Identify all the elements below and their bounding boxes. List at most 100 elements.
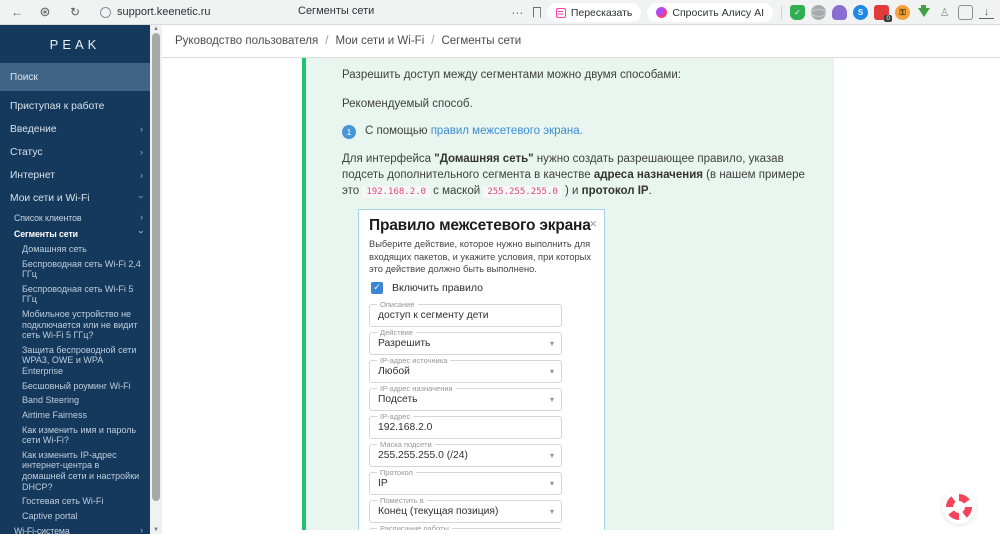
chevron-right-icon xyxy=(140,124,143,134)
tab-title: Сегменты сети xyxy=(298,5,374,17)
sidebar-item-change-name-password[interactable]: Как изменить имя и пароль сети Wi-Fi? xyxy=(0,423,150,448)
step-number-badge: 1 xyxy=(342,125,356,139)
main-content: Руководство пользователя / Мои сети и Wi… xyxy=(162,25,1000,534)
logo-band: PEAK xyxy=(0,25,150,63)
field-place-in[interactable]: Поместить в Конец (текущая позиция) xyxy=(369,500,562,523)
sidebar-item-client-list[interactable]: Список клиентов xyxy=(0,210,150,226)
close-icon[interactable]: × xyxy=(589,217,597,230)
chevron-right-icon xyxy=(140,525,143,534)
person-extension-icon[interactable]: ♙ xyxy=(937,5,952,20)
reload-icon[interactable]: ↻ xyxy=(66,3,84,21)
field-description[interactable]: Описание доступ к сегменту дети xyxy=(369,304,562,327)
field-source-ip[interactable]: IP-адрес источника Любой xyxy=(369,360,562,383)
shield-extension-icon[interactable]: ✓ xyxy=(790,5,805,20)
sidebar-item-wifi-24[interactable]: Беспроводная сеть Wi-Fi 2,4 ГГц xyxy=(0,257,150,282)
sidebar-item-home-network[interactable]: Домашняя сеть xyxy=(0,242,150,257)
chevron-right-icon xyxy=(140,147,143,157)
ip-code: 192.168.2.0 xyxy=(362,186,430,198)
download-helper-extension-icon[interactable] xyxy=(916,5,931,20)
field-protocol[interactable]: Протокол IP xyxy=(369,472,562,495)
summarize-button[interactable]: Пересказать xyxy=(547,3,642,22)
enable-rule-checkbox[interactable]: Включить правило xyxy=(371,282,594,294)
alice-icon xyxy=(656,7,667,18)
search-input[interactable]: Поиск xyxy=(0,63,150,91)
detail-paragraph: Для интерфейса "Домашняя сеть" нужно соз… xyxy=(342,151,814,199)
sidebar-nav: Приступая к работе Введение Статус Интер… xyxy=(0,91,150,534)
sidebar-item-introduction[interactable]: Введение xyxy=(0,118,150,141)
sidebar-item-change-ip-dhcp[interactable]: Как изменить IP-адрес интернет-центра в … xyxy=(0,448,150,494)
chevron-down-icon xyxy=(550,367,554,376)
step-text: С помощью правил межсетевого экрана. xyxy=(365,125,583,137)
sidebar-item-captive-portal[interactable]: Captive portal xyxy=(0,509,150,524)
sidebar: PEAK Поиск Приступая к работе Введение С… xyxy=(0,25,150,534)
sidebar-item-roaming[interactable]: Бесшовный роуминг Wi-Fi xyxy=(0,379,150,394)
field-subnet-mask[interactable]: Маска подсети 255.255.255.0 (/24) xyxy=(369,444,562,467)
lifebuoy-icon xyxy=(946,494,972,520)
globe-extension-icon[interactable] xyxy=(811,5,826,20)
sidebar-item-mobile-device[interactable]: Мобильное устройство не подключается или… xyxy=(0,307,150,343)
toolbar-right: ⋯ Пересказать Спросить Алису AI ✓ S 0 ⚿ … xyxy=(509,0,994,25)
breadcrumb: Руководство пользователя / Мои сети и Wi… xyxy=(162,25,1000,58)
sidebar-item-my-networks[interactable]: Мои сети и Wi-Fi xyxy=(0,187,150,210)
intro-text: Разрешить доступ между сегментами можно … xyxy=(342,67,814,83)
field-action[interactable]: Действие Разрешить xyxy=(369,332,562,355)
field-schedule[interactable]: Расписание работы Работает постоянно xyxy=(369,528,562,530)
firewall-rule-dialog: Правило межсетевого экрана × Выберите де… xyxy=(358,209,605,530)
scrollbar-thumb[interactable] xyxy=(152,33,160,501)
breadcrumb-network-segments[interactable]: Сегменты сети xyxy=(441,35,521,47)
sidebar-item-guest-wifi[interactable]: Гостевая сеть Wi-Fi xyxy=(0,494,150,509)
mask-code: 255.255.255.0 xyxy=(483,186,561,198)
scroll-up-icon[interactable]: ▲ xyxy=(150,26,162,32)
chevron-right-icon xyxy=(140,170,143,180)
bookmark-icon[interactable] xyxy=(533,7,541,18)
chevron-down-icon xyxy=(550,479,554,488)
sidebar-item-wifi-5[interactable]: Беспроводная сеть Wi-Fi 5 ГГц xyxy=(0,282,150,307)
site-badge-icon[interactable] xyxy=(100,7,111,18)
chevron-right-icon xyxy=(140,212,143,222)
divider xyxy=(781,6,782,20)
page: PEAK Поиск Приступая к работе Введение С… xyxy=(0,25,1000,534)
note-callout: Разрешить доступ между сегментами можно … xyxy=(302,58,834,530)
sidebar-item-wifi-system[interactable]: Wi-Fi-система xyxy=(0,523,150,534)
scroll-down-icon[interactable]: ▼ xyxy=(150,527,162,533)
sidebar-item-network-segments[interactable]: Сегменты сети xyxy=(0,226,150,242)
chevron-down-icon xyxy=(137,231,147,234)
sidebar-item-band-steering[interactable]: Band Steering xyxy=(0,393,150,408)
recommended-text: Рекомендуемый способ. xyxy=(342,96,814,112)
back-icon[interactable]: ← xyxy=(8,3,26,21)
browser-menu-icon[interactable]: ⊛ xyxy=(36,3,54,21)
sidebar-item-status[interactable]: Статус xyxy=(0,141,150,164)
field-destination-ip[interactable]: IP-адрес назначения Подсеть xyxy=(369,388,562,411)
summarize-icon xyxy=(556,8,566,18)
chevron-down-icon xyxy=(550,395,554,404)
firewall-rules-link[interactable]: правил межсетевого экрана. xyxy=(431,125,583,137)
sidebar-item-internet[interactable]: Интернет xyxy=(0,164,150,187)
ask-alice-button[interactable]: Спросить Алису AI xyxy=(647,3,773,22)
chevron-down-icon xyxy=(550,339,554,348)
key-extension-icon[interactable]: ⚿ xyxy=(895,5,910,20)
swirl-extension-icon[interactable]: S xyxy=(853,5,868,20)
address-bar[interactable]: support.keenetic.ru xyxy=(117,6,211,18)
breadcrumb-user-guide[interactable]: Руководство пользователя xyxy=(175,35,318,47)
chevron-down-icon xyxy=(550,451,554,460)
breadcrumb-my-networks[interactable]: Мои сети и Wi-Fi xyxy=(335,35,424,47)
sidebar-item-airtime-fairness[interactable]: Airtime Fairness xyxy=(0,408,150,423)
sidebar-scrollbar[interactable]: ▲ ▼ xyxy=(150,25,162,534)
browser-toolbar: ← ⊛ ↻ support.keenetic.ru Сегменты сети … xyxy=(0,0,1000,25)
adblock-extension-icon[interactable]: 0 xyxy=(874,5,889,20)
chevron-down-icon xyxy=(137,195,147,198)
step-1: 1 С помощью правил межсетевого экрана. xyxy=(342,125,814,139)
chevron-down-icon xyxy=(550,507,554,516)
sidebar-item-wpa3[interactable]: Защита беспроводной сети WPA3, OWE и WPA… xyxy=(0,343,150,379)
help-widget-button[interactable] xyxy=(942,490,976,524)
dialog-description: Выберите действие, которое нужно выполни… xyxy=(369,238,594,274)
ticket-extension-icon[interactable] xyxy=(958,5,973,20)
checkbox-checked-icon xyxy=(371,282,383,294)
peak-logo: PEAK xyxy=(50,37,101,52)
more-menu-icon[interactable]: ⋯ xyxy=(509,4,527,22)
sidebar-item-getting-started[interactable]: Приступая к работе xyxy=(0,95,150,118)
field-ip-address[interactable]: IP-адрес 192.168.2.0 xyxy=(369,416,562,439)
downloads-icon[interactable]: ↓ xyxy=(979,6,994,19)
purple-extension-icon[interactable] xyxy=(832,5,847,20)
dialog-title: Правило межсетевого экрана xyxy=(369,217,594,235)
